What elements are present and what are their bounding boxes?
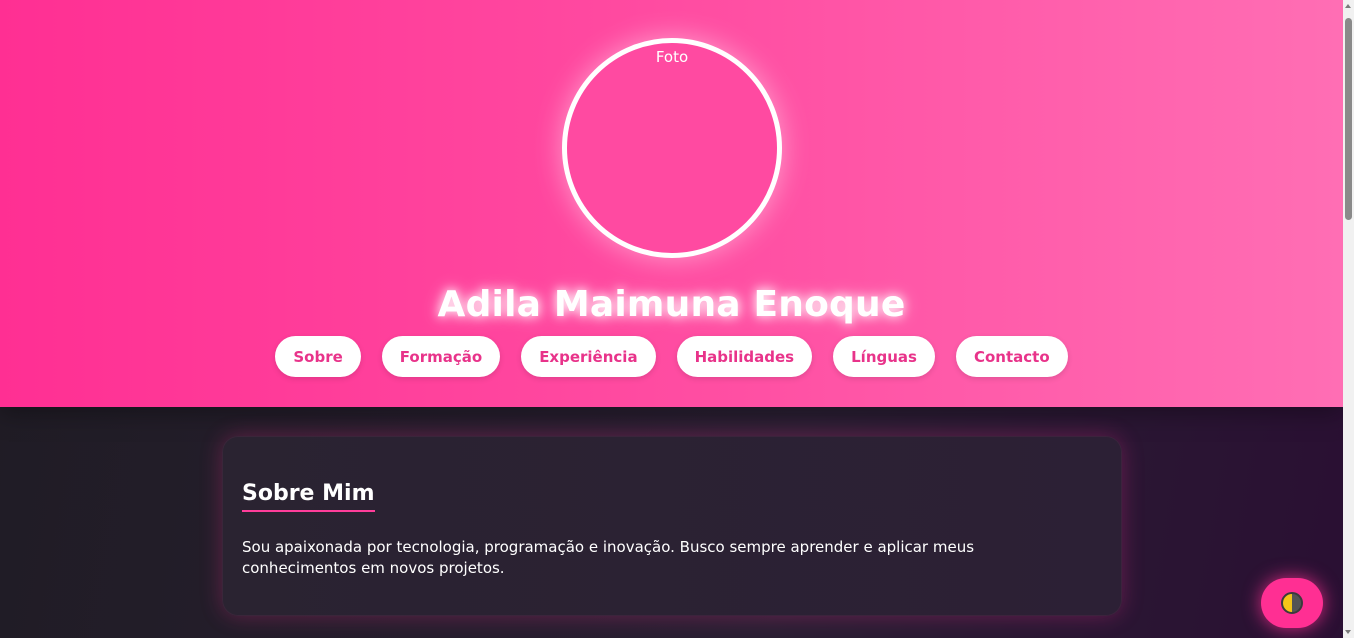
photo-label: Foto xyxy=(655,48,689,66)
about-text: Sou apaixonada por tecnologia, programaç… xyxy=(242,538,975,577)
nav-habilidades-button[interactable]: Habilidades xyxy=(676,336,813,377)
theme-toggle-button[interactable] xyxy=(1261,578,1323,628)
scrollbar[interactable] xyxy=(1343,0,1354,638)
nav-formacao-button[interactable]: Formação xyxy=(381,336,501,377)
about-card: Sobre Mim Sou apaixonada por tecnologia,… xyxy=(222,436,1122,616)
nav-contacto-button[interactable]: Contacto xyxy=(955,336,1068,377)
nav-experiencia-button[interactable]: Experiência xyxy=(521,336,656,377)
nav-linguas-button[interactable]: Línguas xyxy=(833,336,935,377)
main-nav: Sobre Formação Experiência Habilidades L… xyxy=(0,336,1343,377)
nav-sobre-button[interactable]: Sobre xyxy=(275,336,361,377)
half-moon-icon xyxy=(1281,592,1303,614)
about-title: Sobre Mim xyxy=(242,481,375,512)
scroll-down-arrow-icon[interactable] xyxy=(1345,630,1351,634)
scroll-up-arrow-icon[interactable] xyxy=(1345,4,1351,8)
profile-photo: Foto xyxy=(562,38,782,258)
scrollbar-thumb[interactable] xyxy=(1345,18,1352,220)
hero-header: Foto Adila Maimuna Enoque Sobre Formação… xyxy=(0,0,1343,407)
page-title: Adila Maimuna Enoque xyxy=(437,284,906,325)
